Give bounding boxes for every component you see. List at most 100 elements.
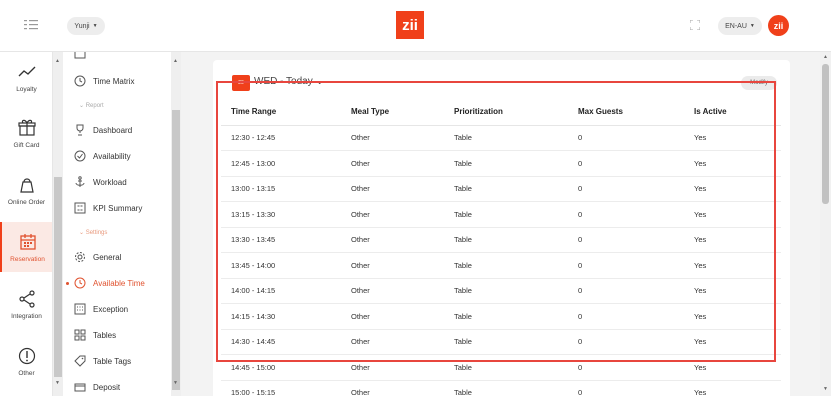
submenu-scrollbar[interactable]: ▲ ▼ [171,52,181,396]
table-cell: Yes [684,354,781,381]
gift-icon [17,119,36,136]
table-cell: 0 [568,303,684,330]
submenu-item-exception[interactable]: Exception [74,301,129,317]
active-dot [66,282,69,285]
table-cell: Other [341,354,444,381]
table-row[interactable]: 12:45 - 13:00 Other Table 0 Yes [221,150,781,177]
table-cell: Table [444,252,568,279]
table-cell: Table [444,150,568,177]
table-row[interactable]: 14:15 - 14:30 Other Table 0 Yes [221,303,781,330]
submenu-item-availability[interactable]: Availability [74,148,131,164]
table-cell: Yes [684,303,781,330]
submenu-item-label: General [93,252,122,262]
table-cell: 13:30 - 13:45 [221,227,341,253]
table-cell: Other [341,303,444,330]
table-row[interactable]: 14:00 - 14:15 Other Table 0 Yes [221,278,781,304]
scroll-down-arrow-icon[interactable]: ▼ [823,386,828,392]
scroll-up-arrow-icon[interactable]: ▲ [55,58,60,64]
top-bar: Yunji ▼ zii EN-AU ▼ zii [0,0,831,52]
table-cell: Yes [684,329,781,355]
table-cell: 0 [568,201,684,228]
submenu-item-deposit[interactable]: Deposit [74,379,120,395]
language-label: EN-AU [725,22,747,30]
rail-scrollbar[interactable]: ▲ ▼ [53,52,63,396]
submenu-item-available-time[interactable]: Available Time [66,275,145,291]
scroll-up-arrow-icon[interactable]: ▲ [173,58,178,64]
table-row[interactable]: 15:00 - 15:15 Other Table 0 Yes [221,380,781,396]
table-cell: Other [341,329,444,355]
submenu-scroll-thumb[interactable] [172,110,180,390]
chart-line-icon [18,66,35,76]
submenu-item-label: KPI Summary [93,203,143,213]
rail-item-online-order[interactable]: Online Order [0,165,52,215]
table-cell: Table [444,278,568,304]
scroll-down-arrow-icon[interactable]: ▼ [55,380,60,386]
fullscreen-icon[interactable] [690,20,700,30]
table-cell: 14:45 - 15:00 [221,354,341,381]
table-row[interactable]: 13:30 - 13:45 Other Table 0 Yes [221,227,781,253]
table-cell: Yes [684,176,781,202]
bag-icon [19,177,34,193]
menu-icon[interactable] [24,19,38,31]
rail-item-gift-card[interactable]: Gift Card [0,108,52,158]
scroll-up-arrow-icon[interactable]: ▲ [823,54,828,60]
page-scrollbar[interactable]: ▲ ▼ [820,52,831,396]
user-dropdown[interactable]: Yunji ▼ [67,17,105,35]
page-scroll-thumb[interactable] [822,64,829,204]
rail-item-reservation[interactable]: Reservation [0,222,52,272]
table-cell: 0 [568,176,684,202]
brand-logo[interactable]: zii [396,11,424,39]
avatar[interactable]: zii [768,15,789,36]
rail-item-label: Other [18,369,35,377]
section-label: Settings [85,230,108,236]
table-cell: Yes [684,201,781,228]
table-cell: 0 [568,380,684,396]
modify-button[interactable]: Modify [741,76,777,90]
table-cell: Table [444,125,568,151]
submenu-item-kpi-summary[interactable]: KPI Summary [74,200,143,216]
rail-item-other[interactable]: Other [0,336,52,386]
table-row[interactable]: 13:45 - 14:00 Other Table 0 Yes [221,252,781,279]
table-row[interactable]: 13:00 - 13:15 Other Table 0 Yes [221,176,781,202]
table-cell: Table [444,380,568,396]
submenu-item-table-tags[interactable]: Table Tags [74,353,132,369]
table-cell: 12:45 - 13:00 [221,150,341,177]
submenu-item-label: Table Tags [93,356,132,366]
table-cell: 13:45 - 14:00 [221,252,341,279]
submenu-item-workload[interactable]: Workload [75,174,127,190]
table-row[interactable]: 14:45 - 15:00 Other Table 0 Yes [221,354,781,381]
caret-down-icon: ▼ [749,23,755,29]
rail-item-label: Loyalty [16,85,37,93]
table-cell: Other [341,278,444,304]
submenu-item-dashboard[interactable]: Dashboard [76,122,132,138]
table-cell: 0 [568,125,684,151]
table-cell: Other [341,201,444,228]
available-time-card: 20 WED - Today ⌄ Modify Time Range Meal … [213,60,790,396]
rail-item-integration[interactable]: Integration [0,279,52,329]
submenu-item-general[interactable]: General [75,249,122,265]
submenu-item-time-matrix[interactable]: Time Matrix [74,73,134,89]
scroll-down-arrow-icon[interactable]: ▼ [173,380,178,386]
language-dropdown[interactable]: EN-AU ▼ [718,17,762,35]
table-row[interactable]: 13:15 - 13:30 Other Table 0 Yes [221,201,781,228]
rail-item-loyalty[interactable]: Loyalty [0,52,52,102]
rail-item-label: Reservation [10,255,45,263]
table-cell: 12:30 - 12:45 [221,125,341,151]
table-cell: 14:15 - 14:30 [221,303,341,330]
table-row[interactable]: 14:30 - 14:45 Other Table 0 Yes [221,329,781,355]
table-cell: Table [444,303,568,330]
table-cell: Table [444,176,568,202]
rail-scroll-thumb[interactable] [54,177,62,377]
anchor-icon [75,176,85,187]
table-cell: Other [341,227,444,253]
tag-icon [74,355,86,367]
calendar-grid-icon [74,303,86,315]
submenu-item-tables[interactable]: Tables [74,327,116,343]
submenu-item-label: Exception [93,304,129,314]
submenu-item-label: Available Time [93,278,145,288]
table-cell: Other [341,252,444,279]
available-time-table: Time Range Meal Type Prioritization Max … [221,98,781,396]
table-row[interactable]: 12:30 - 12:45 Other Table 0 Yes [221,125,781,151]
kpi-grid-icon [74,202,86,214]
date-selector[interactable]: WED - Today ⌄ [254,76,324,87]
